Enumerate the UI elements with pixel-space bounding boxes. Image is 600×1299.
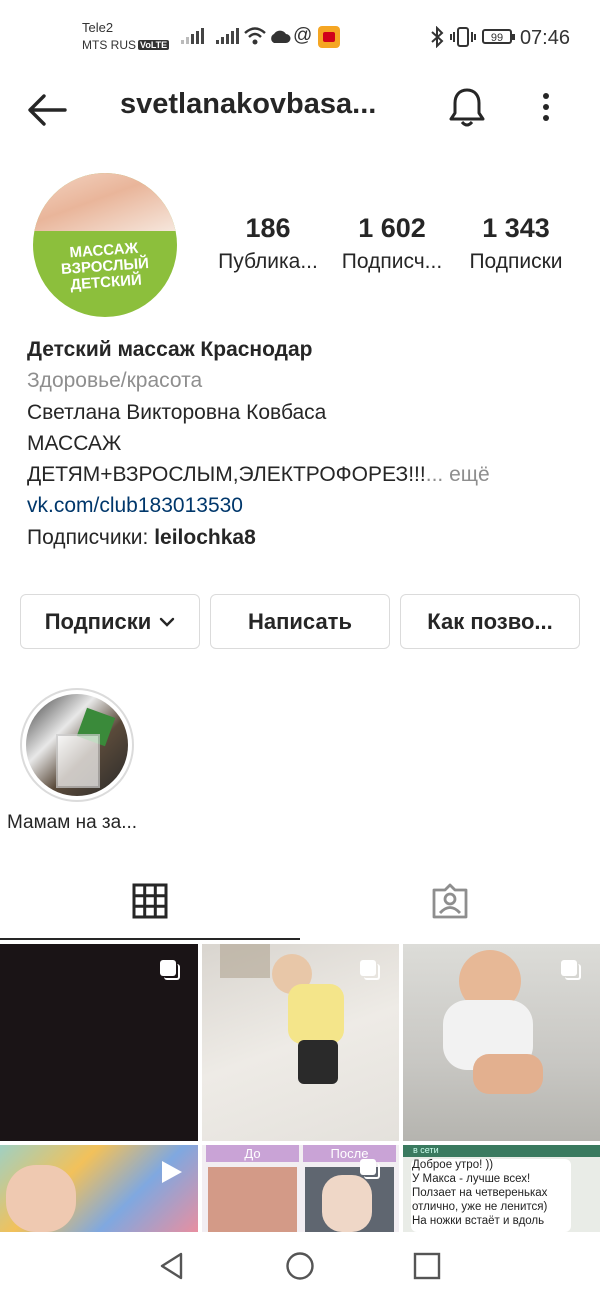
app-notification-icon xyxy=(318,26,340,48)
mutual-followers[interactable]: Подписчики: leilochka8 xyxy=(27,526,256,550)
signal-icon-2 xyxy=(216,28,239,49)
posts-count: 186 xyxy=(245,213,291,243)
carousel-icon xyxy=(561,960,581,980)
back-arrow-icon[interactable] xyxy=(26,92,68,128)
following-stat[interactable]: 1 343 Подписки xyxy=(456,213,576,274)
more-options-icon[interactable] xyxy=(539,92,553,124)
vibrate-icon xyxy=(450,27,476,47)
following-button-label: Подписки xyxy=(44,608,152,634)
chat-screenshot-text: Доброе утро! )) У Макса - лучше всех! По… xyxy=(412,1159,548,1227)
battery-icon: 99 xyxy=(482,29,515,44)
grid-post-4[interactable] xyxy=(0,1145,198,1232)
profile-name: Детский массаж Краснодар xyxy=(27,338,313,361)
carrier-name-2: MTS RUS VoLTE xyxy=(82,38,170,52)
system-nav-bar xyxy=(0,1232,600,1299)
bio-line-1: Светлана Викторовна Ковбаса xyxy=(27,401,327,424)
avatar-photo xyxy=(33,173,177,231)
carousel-icon xyxy=(360,1159,380,1179)
profile-avatar[interactable]: МАССАЖ ВЗРОСЛЫЙ ДЕТСКИЙ xyxy=(33,173,177,317)
after-label: После xyxy=(303,1145,396,1162)
message-button[interactable]: Написать xyxy=(210,594,390,649)
mutual-follower-username: leilochka8 xyxy=(154,526,256,549)
following-button[interactable]: Подписки xyxy=(20,594,200,649)
nav-recents-icon[interactable] xyxy=(413,1252,441,1280)
carousel-icon xyxy=(360,960,380,980)
profile-username: svetlanakovbasa... xyxy=(120,88,377,120)
chevron-down-icon xyxy=(160,617,175,627)
grid-icon[interactable] xyxy=(132,883,168,919)
nav-back-icon[interactable] xyxy=(157,1250,187,1282)
grid-post-3[interactable] xyxy=(403,944,600,1141)
grid-post-1[interactable] xyxy=(0,944,198,1141)
followers-stat[interactable]: 1 602 Подписч... xyxy=(332,213,452,274)
grid-post-2[interactable] xyxy=(202,944,399,1141)
tagged-icon[interactable] xyxy=(431,882,469,920)
chat-status: в сети xyxy=(413,1145,439,1155)
bio-line-3: ДЕТЯМ+ВЗРОСЛЫМ,ЭЛЕКТРОФОРЕЗ!!!... ещё xyxy=(27,463,490,486)
story-highlight-label: Мамам на за... xyxy=(7,812,138,833)
video-play-icon xyxy=(162,1161,182,1183)
posts-stat[interactable]: 186 Публика... xyxy=(208,213,328,274)
followers-label: Подписч... xyxy=(341,250,443,273)
volte-badge: VoLTE xyxy=(138,40,170,50)
contact-button[interactable]: Как позво... xyxy=(400,594,580,649)
at-icon: @ xyxy=(293,25,313,46)
grid-post-5[interactable]: До После xyxy=(202,1145,399,1232)
bio-line-2: МАССАЖ xyxy=(27,432,122,455)
bell-icon[interactable] xyxy=(448,86,486,128)
status-bar: Tele2 MTS RUS VoLTE @ 99 07:46 xyxy=(0,0,600,72)
avatar-logo-text: МАССАЖ ВЗРОСЛЫЙ ДЕТСКИЙ xyxy=(60,239,150,294)
followers-count: 1 602 xyxy=(358,213,426,243)
following-count: 1 343 xyxy=(482,213,550,243)
nav-home-icon[interactable] xyxy=(285,1251,315,1281)
wifi-icon xyxy=(244,27,266,45)
bio-website-link[interactable]: vk.com/club183013530 xyxy=(27,494,243,518)
following-label: Подписки xyxy=(469,250,563,273)
bluetooth-icon xyxy=(431,26,444,48)
bio-more-link[interactable]: ... ещё xyxy=(426,463,490,486)
cloud-icon xyxy=(271,30,291,43)
posts-label: Публика... xyxy=(218,250,318,273)
before-label: До xyxy=(206,1145,299,1162)
status-time: 07:46 xyxy=(519,27,570,49)
carrier-name-1: Tele2 xyxy=(82,20,114,35)
signal-icon-1 xyxy=(181,28,204,49)
carousel-icon xyxy=(160,960,180,980)
profile-category: Здоровье/красота xyxy=(27,369,203,392)
active-tab-indicator xyxy=(0,938,300,940)
story-highlight-image xyxy=(26,694,128,796)
